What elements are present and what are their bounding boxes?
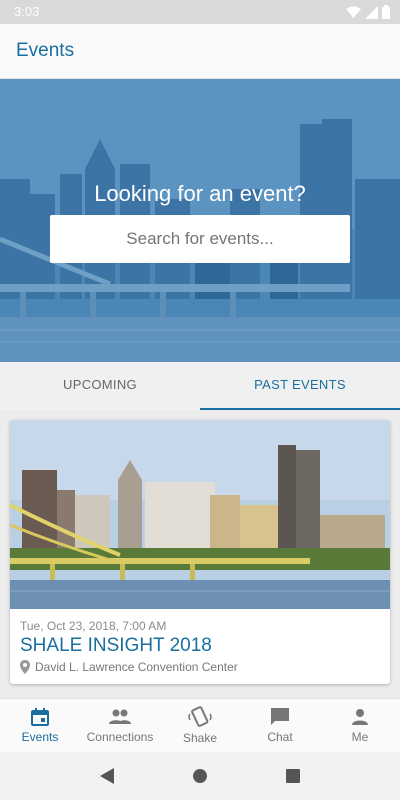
event-location-label: David L. Lawrence Convention Center	[35, 660, 238, 674]
recents-square-icon	[286, 769, 301, 783]
location-pin-icon	[20, 660, 30, 674]
nav-label-me: Me	[351, 730, 369, 744]
event-location: David L. Lawrence Convention Center	[20, 660, 238, 674]
page-title: Events	[16, 40, 75, 61]
home-circle-icon	[192, 769, 207, 783]
app-bar: Events	[0, 24, 400, 79]
hero-banner: Looking for an event?	[0, 79, 400, 362]
person-icon	[352, 709, 368, 725]
system-navigation-bar	[0, 752, 400, 800]
event-tabs: UPCOMING PAST EVENTS	[0, 362, 400, 410]
chat-bubble-icon	[271, 708, 289, 725]
status-icons	[346, 5, 390, 19]
nav-label-events: Events	[21, 730, 59, 744]
people-icon	[109, 709, 131, 724]
tab-past-events[interactable]: PAST EVENTS	[200, 362, 400, 410]
search-input[interactable]	[50, 215, 350, 263]
nav-item-shake[interactable]: Shake	[160, 699, 240, 752]
shake-phone-icon	[188, 706, 212, 727]
recents-button[interactable]	[278, 761, 308, 791]
event-title: SHALE INSIGHT 2018	[20, 635, 212, 656]
status-time: 3:03	[14, 4, 40, 19]
home-button[interactable]	[185, 761, 215, 791]
calendar-icon	[31, 708, 49, 726]
nav-label-chat: Chat	[267, 730, 293, 744]
status-bar: 3:03	[0, 0, 400, 24]
nav-label-shake: Shake	[182, 731, 218, 745]
event-card[interactable]: Tue, Oct 23, 2018, 7:00 AM SHALE INSIGHT…	[10, 420, 390, 684]
nav-item-me[interactable]: Me	[320, 699, 400, 752]
signal-icon	[365, 5, 378, 19]
nav-item-events[interactable]: Events	[0, 699, 80, 752]
back-triangle-icon	[99, 768, 114, 784]
bottom-navigation: Events Connections Shake Chat Me	[0, 698, 400, 752]
nav-label-connections: Connections	[86, 730, 154, 744]
nav-item-connections[interactable]: Connections	[80, 699, 160, 752]
hero-heading: Looking for an event?	[94, 181, 306, 206]
event-date: Tue, Oct 23, 2018, 7:00 AM	[20, 619, 167, 633]
tab-upcoming[interactable]: UPCOMING	[0, 362, 200, 410]
event-cover-image	[10, 420, 390, 609]
back-button[interactable]	[92, 761, 122, 791]
nav-item-chat[interactable]: Chat	[240, 699, 320, 752]
battery-icon	[382, 5, 390, 19]
wifi-icon	[346, 6, 361, 18]
